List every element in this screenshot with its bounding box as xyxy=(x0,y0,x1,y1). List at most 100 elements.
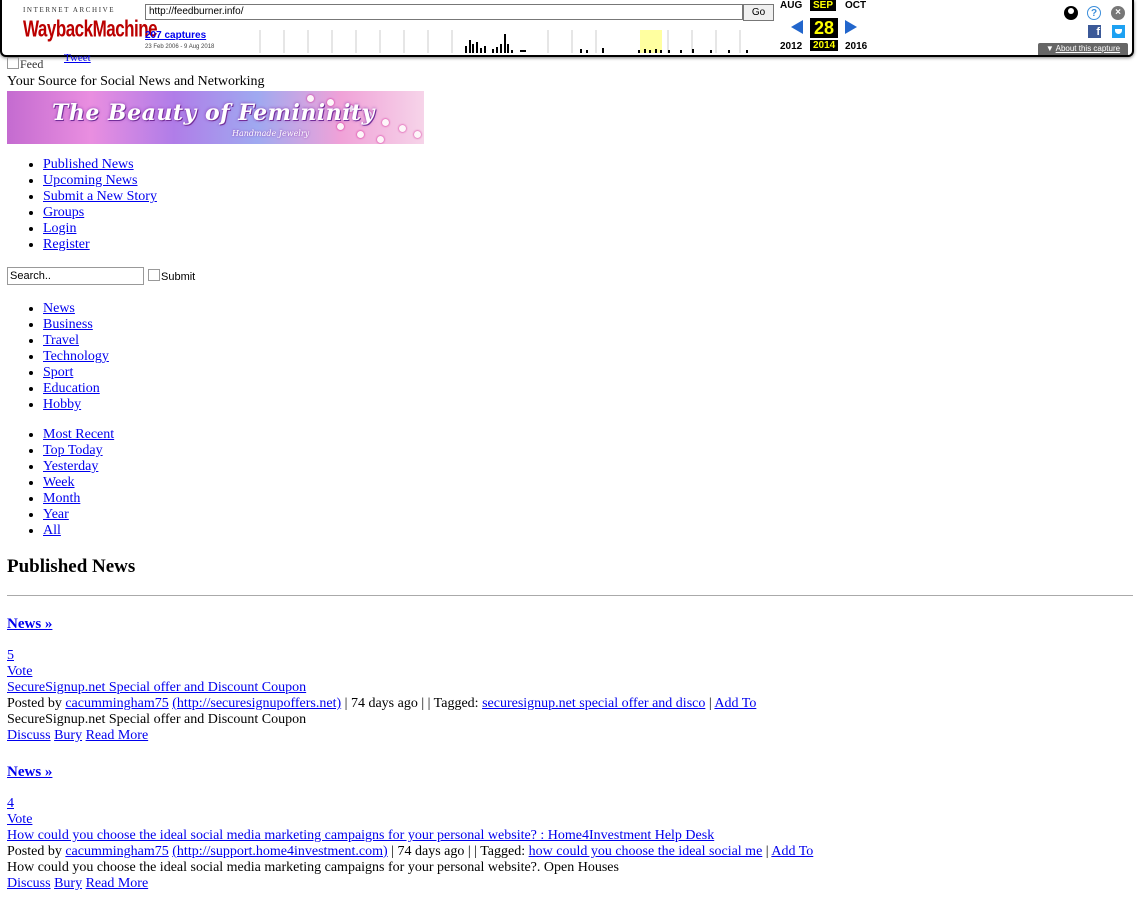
category-link-education[interactable]: Education xyxy=(43,381,100,396)
vote-button[interactable]: Vote xyxy=(7,812,32,827)
banner-subtitle: Handmade Jewelry xyxy=(232,129,310,138)
sparkline-bars xyxy=(465,34,748,53)
filter-link-yesterday[interactable]: Yesterday xyxy=(43,459,98,474)
author-link[interactable]: cacummingham75 xyxy=(65,844,168,859)
nav-link-published-news[interactable]: Published News xyxy=(43,157,134,172)
next-capture-arrow-icon[interactable] xyxy=(845,20,857,34)
category-link-hobby[interactable]: Hobby xyxy=(43,397,81,412)
time-filter-item: Top Today xyxy=(43,443,1133,459)
time-filter-item: Year xyxy=(43,507,1133,523)
story-title-link[interactable]: How could you choose the ideal social me… xyxy=(7,828,714,843)
category-link-business[interactable]: Business xyxy=(43,317,93,332)
category-nav: News Business Travel Technology Sport Ed… xyxy=(7,301,1133,413)
wayback-url-input[interactable]: http://feedburner.info/ xyxy=(145,4,743,20)
section-divider xyxy=(7,595,1133,596)
filter-link-all[interactable]: All xyxy=(43,523,61,538)
story-actions: Discuss Bury Read More xyxy=(7,876,1133,892)
nav-item-submit-story: Submit a New Story xyxy=(43,189,1133,205)
internet-archive-label: INTERNET ARCHIVE xyxy=(23,6,116,14)
year-next-link[interactable]: 2016 xyxy=(845,41,867,52)
captures-link[interactable]: 207 captures xyxy=(145,30,206,41)
add-to-link[interactable]: Add To xyxy=(714,696,756,711)
vote-count[interactable]: 4 xyxy=(7,796,14,811)
nav-item-register: Register xyxy=(43,237,1133,253)
filter-link-week[interactable]: Week xyxy=(43,475,75,490)
bury-link[interactable]: Bury xyxy=(54,728,82,743)
nav-link-upcoming-news[interactable]: Upcoming News xyxy=(43,173,138,188)
page-content: Feed Tweet Your Source for Social News a… xyxy=(7,52,1133,892)
category-item: Education xyxy=(43,381,1133,397)
capture-sparkline[interactable] xyxy=(240,22,770,53)
search-input[interactable]: Search.. xyxy=(7,267,144,285)
discuss-link[interactable]: Discuss xyxy=(7,876,51,891)
filter-link-most-recent[interactable]: Most Recent xyxy=(43,427,114,442)
wayback-machine-logo: WaybackMachine xyxy=(23,16,158,42)
category-item: News xyxy=(43,301,1133,317)
wayback-toolbar: INTERNET ARCHIVE WaybackMachine http://f… xyxy=(0,0,1134,57)
feed-logo-broken-image[interactable]: Feed xyxy=(7,57,60,71)
vote-count[interactable]: 5 xyxy=(7,648,14,663)
category-link-sport[interactable]: Sport xyxy=(43,365,73,380)
ad-banner[interactable]: The Beauty of Femininity Handmade Jewelr… xyxy=(7,91,424,144)
main-nav: Published News Upcoming News Submit a Ne… xyxy=(7,157,1133,253)
wayback-logo[interactable]: INTERNET ARCHIVE WaybackMachine xyxy=(23,6,158,42)
category-item: Business xyxy=(43,317,1133,333)
category-link-technology[interactable]: Technology xyxy=(43,349,109,364)
story-actions: Discuss Bury Read More xyxy=(7,728,1133,744)
meta-separator: | xyxy=(765,844,769,859)
help-icon[interactable]: ? xyxy=(1087,6,1101,20)
story-summary: How could you choose the ideal social me… xyxy=(7,860,619,875)
read-more-link[interactable]: Read More xyxy=(86,876,149,891)
story-title-link[interactable]: SecureSignup.net Special offer and Disco… xyxy=(7,680,306,695)
twitter-share-icon[interactable] xyxy=(1112,25,1125,38)
pearl-decoration xyxy=(382,119,389,126)
author-link[interactable]: cacummingham75 xyxy=(65,696,168,711)
story-item: News » 4 Vote How could you choose the i… xyxy=(7,762,1133,892)
discuss-link[interactable]: Discuss xyxy=(7,728,51,743)
category-link-travel[interactable]: Travel xyxy=(43,333,79,348)
about-capture-button[interactable]: ▼ About this capture xyxy=(1038,43,1128,55)
filter-link-year[interactable]: Year xyxy=(43,507,69,522)
add-to-link[interactable]: Add To xyxy=(771,844,813,859)
nav-link-groups[interactable]: Groups xyxy=(43,205,84,220)
nav-link-register[interactable]: Register xyxy=(43,237,90,252)
source-url-link[interactable]: (http://support.home4investment.com) xyxy=(172,844,387,859)
current-day: 28 xyxy=(810,18,838,38)
tweet-link[interactable]: Tweet xyxy=(64,52,91,64)
story-meta: Posted by cacummingham75 (http://secures… xyxy=(7,696,1133,712)
nav-link-submit-story[interactable]: Submit a New Story xyxy=(43,189,157,204)
filter-link-month[interactable]: Month xyxy=(43,491,80,506)
wayback-go-button[interactable]: Go xyxy=(743,4,774,21)
month-prev-link[interactable]: AUG xyxy=(780,0,802,11)
user-account-icon[interactable] xyxy=(1064,6,1078,20)
story-category-heading: News » xyxy=(7,762,1133,782)
vote-button[interactable]: Vote xyxy=(7,664,32,679)
year-prev-link[interactable]: 2012 xyxy=(780,41,802,52)
source-url-link[interactable]: (http://securesignupoffers.net) xyxy=(172,696,341,711)
category-item: Travel xyxy=(43,333,1133,349)
story-summary: SecureSignup.net Special offer and Disco… xyxy=(7,712,307,727)
header-logo-row: Feed Tweet xyxy=(7,52,1133,73)
tags-link[interactable]: how could you choose the ideal social me xyxy=(529,844,763,859)
time-filter-item: All xyxy=(43,523,1133,539)
nav-link-login[interactable]: Login xyxy=(43,221,76,236)
story-meta: Posted by cacummingham75 (http://support… xyxy=(7,844,1133,860)
search-submit-button[interactable]: Submit xyxy=(148,269,195,283)
close-icon[interactable]: × xyxy=(1111,6,1125,20)
category-item: Sport xyxy=(43,365,1133,381)
prev-capture-arrow-icon[interactable] xyxy=(791,20,803,34)
story-category-link[interactable]: News » xyxy=(7,764,52,780)
time-filter-nav: Most Recent Top Today Yesterday Week Mon… xyxy=(7,427,1133,539)
story-category-heading: News » xyxy=(7,614,1133,634)
read-more-link[interactable]: Read More xyxy=(86,728,149,743)
filter-link-top-today[interactable]: Top Today xyxy=(43,443,103,458)
tags-link[interactable]: securesignup.net special offer and disco xyxy=(482,696,705,711)
bury-link[interactable]: Bury xyxy=(54,876,82,891)
category-link-news[interactable]: News xyxy=(43,301,75,316)
month-next: OCT xyxy=(845,0,867,11)
pearl-decoration xyxy=(399,125,406,132)
meta-separator: | xyxy=(708,696,712,711)
story-category-link[interactable]: News » xyxy=(7,616,52,632)
nav-item-groups: Groups xyxy=(43,205,1133,221)
facebook-share-icon[interactable]: f xyxy=(1088,25,1101,38)
